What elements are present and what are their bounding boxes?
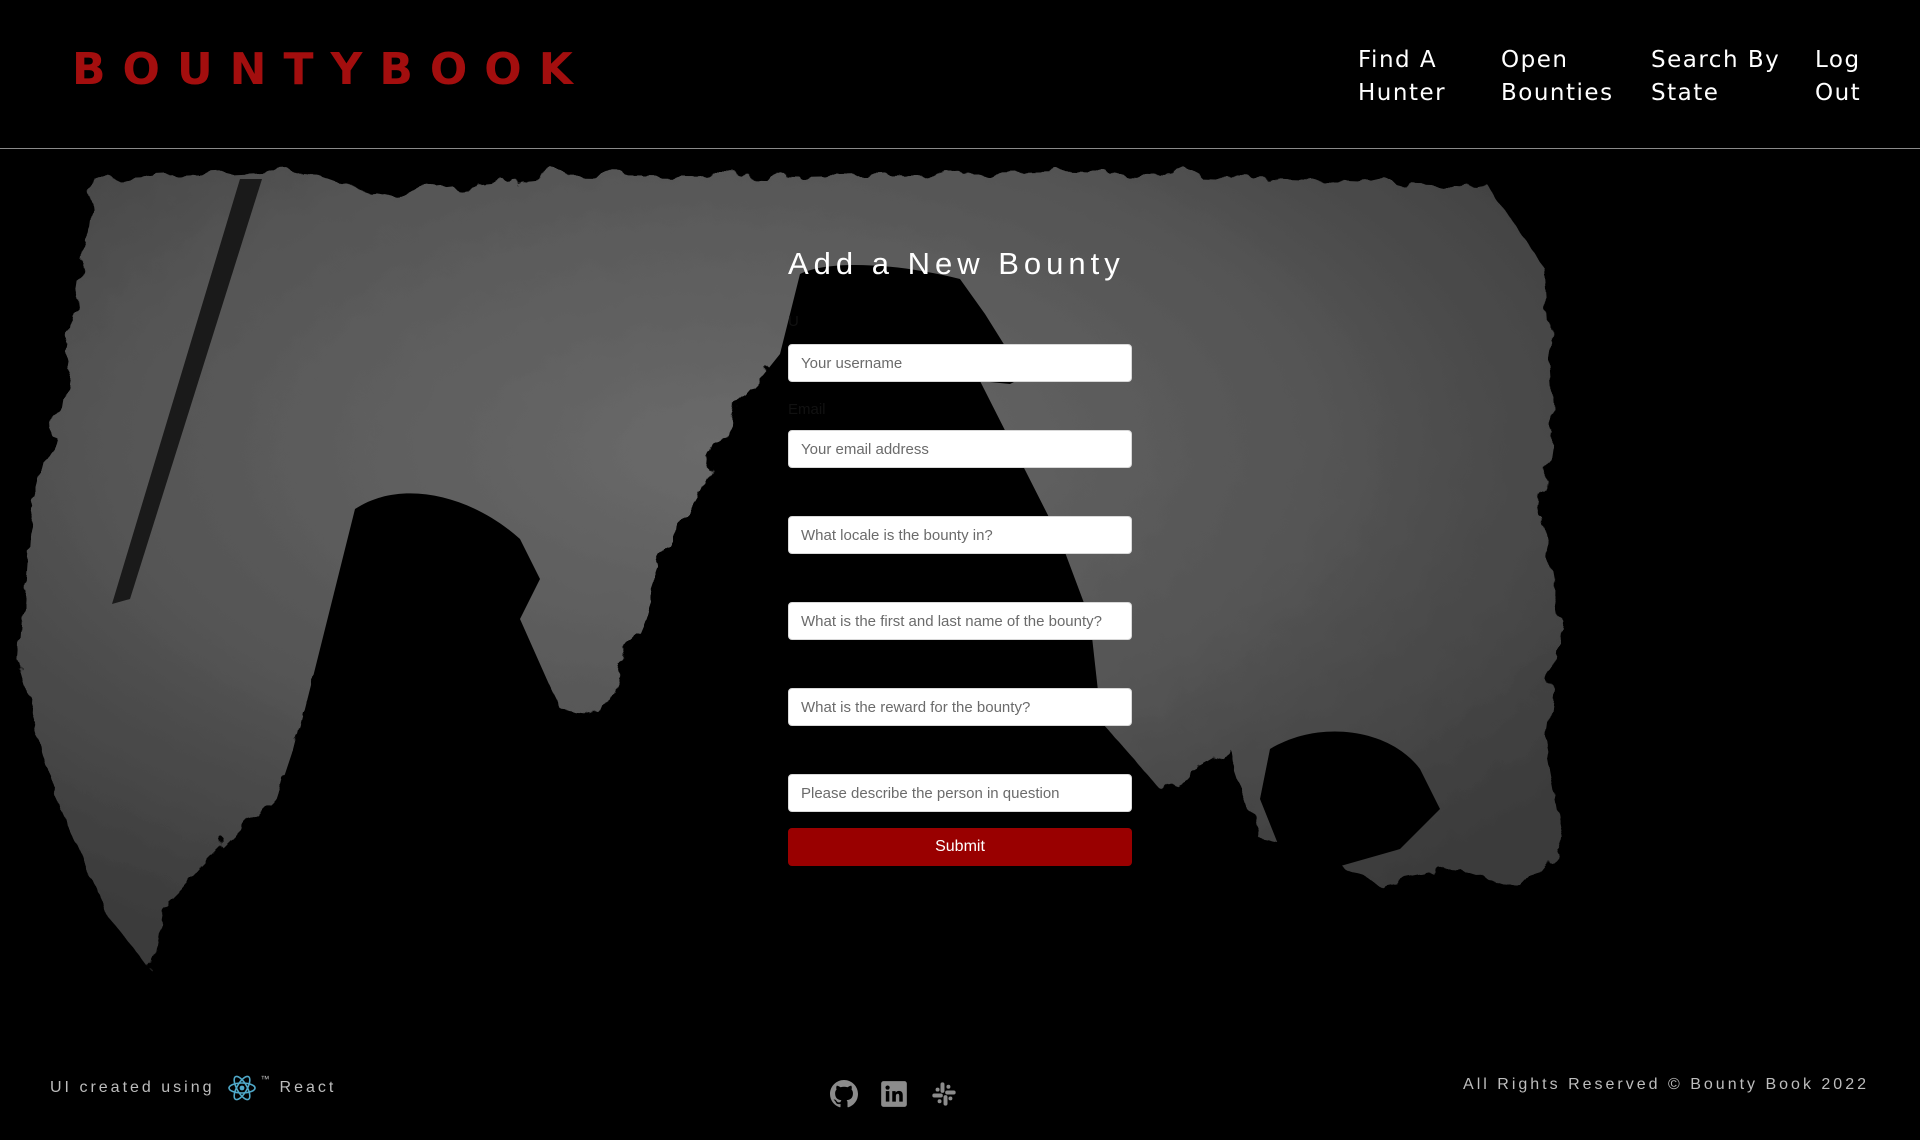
- description-input[interactable]: [788, 774, 1132, 812]
- linkedin-icon[interactable]: [880, 1080, 908, 1108]
- nav-log-out[interactable]: Log Out: [1815, 44, 1861, 110]
- nav-find-a-hunter[interactable]: Find A Hunter: [1358, 44, 1446, 110]
- username-input[interactable]: [788, 344, 1132, 382]
- username-label: U: [788, 313, 799, 330]
- copyright-text: All Rights Reserved © Bounty Book 2022: [1463, 1076, 1869, 1093]
- brand-logo[interactable]: BOUNTYBOOK: [72, 44, 590, 95]
- reward-input[interactable]: [788, 688, 1132, 726]
- social-links: [830, 1080, 958, 1108]
- github-icon[interactable]: [830, 1080, 858, 1108]
- nav-search-by-state[interactable]: Search By State: [1651, 44, 1780, 110]
- site-header: BOUNTYBOOK Find A Hunter Open Bounties S…: [0, 0, 1920, 149]
- bounty-name-input[interactable]: [788, 602, 1132, 640]
- submit-button[interactable]: Submit: [788, 828, 1132, 866]
- locale-input[interactable]: [788, 516, 1132, 554]
- nav-open-bounties[interactable]: Open Bounties: [1501, 44, 1614, 110]
- slack-icon[interactable]: [930, 1080, 958, 1108]
- credit-prefix: UI created using: [50, 1079, 215, 1096]
- footer-credit: UI created using ™ React: [50, 1074, 336, 1102]
- email-label: Email: [788, 401, 826, 418]
- credit-suffix: React: [279, 1079, 337, 1096]
- page-title: Add a New Bounty: [788, 246, 1125, 281]
- email-input[interactable]: [788, 430, 1132, 468]
- trademark-symbol: ™: [260, 1074, 270, 1084]
- react-icon: [227, 1074, 257, 1102]
